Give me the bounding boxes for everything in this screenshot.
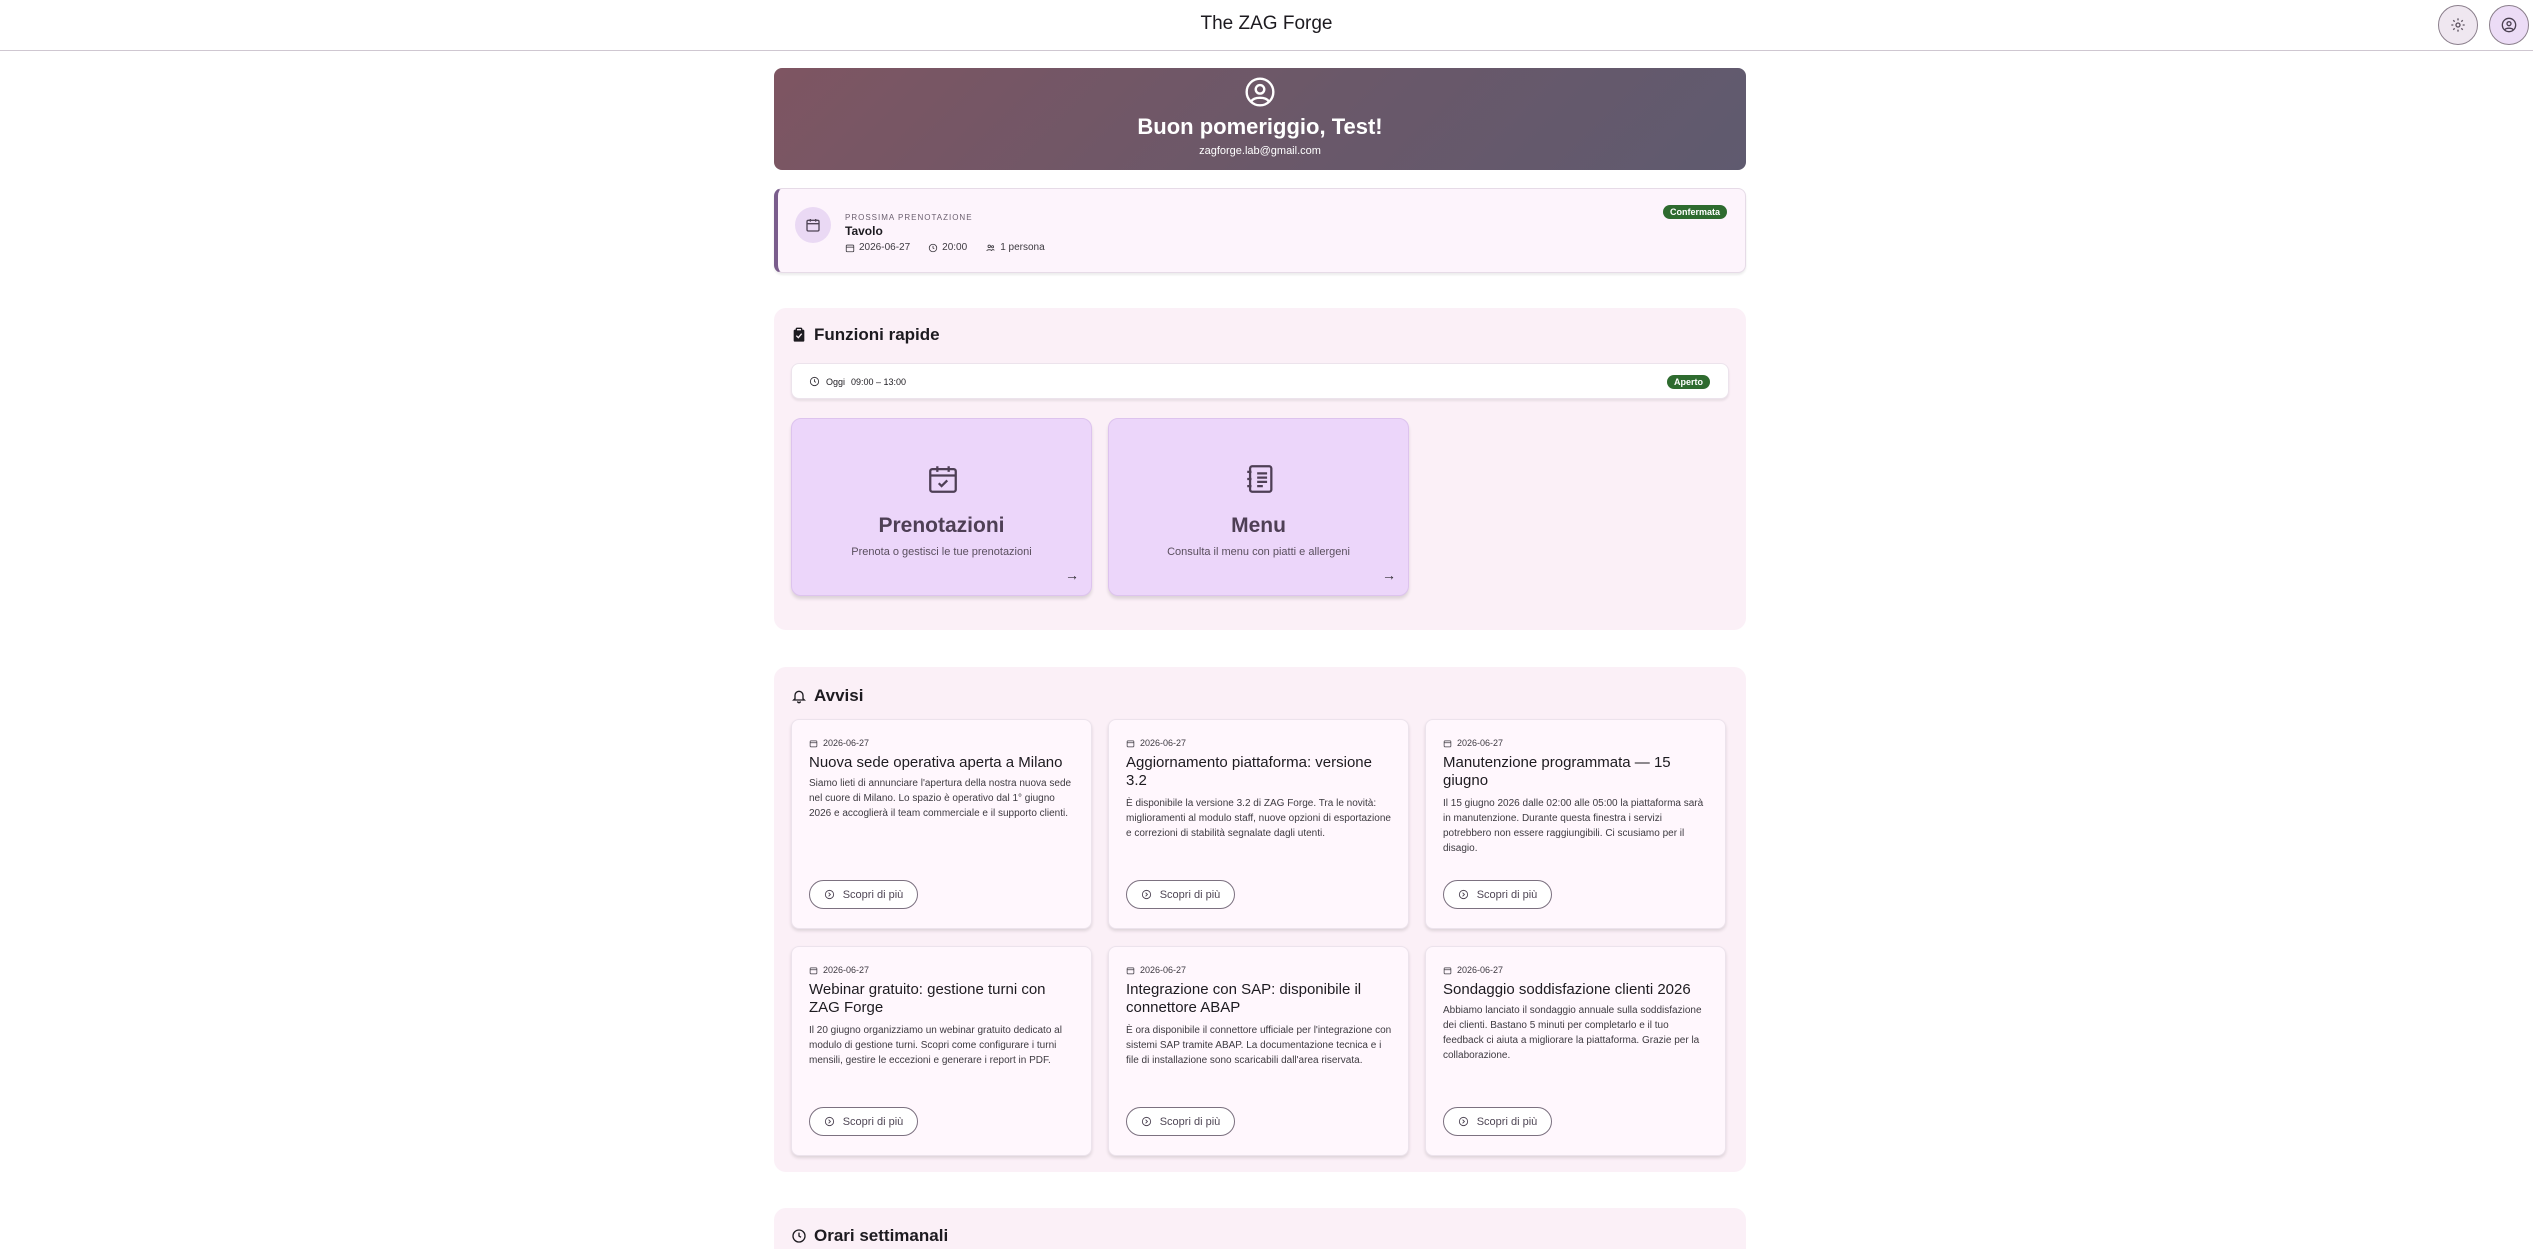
- gear-icon: [2451, 18, 2465, 32]
- today-hours-bar[interactable]: Oggi 09:00 – 13:00 Aperto: [791, 363, 1729, 399]
- calendar-small-icon: [809, 967, 818, 974]
- open-status-badge: Aperto: [1667, 375, 1710, 389]
- notice-body: Il 20 giugno organizziamo un webinar gra…: [809, 1025, 1062, 1066]
- clock-icon: [792, 1229, 806, 1243]
- hours-label: Oggi: [826, 376, 846, 387]
- calendar-small-icon: [809, 740, 818, 747]
- arrow-circle-icon: [1458, 889, 1468, 900]
- quick-functions-section: Funzioni rapide Oggi 09:00 – 13:00 Apert…: [774, 308, 1746, 630]
- greeting-text: Buon pomeriggio, Test!: [1137, 114, 1383, 139]
- clock-icon: [809, 376, 820, 387]
- quick-functions-heading: Funzioni rapide: [791, 325, 940, 345]
- booking-date: 2026-06-27: [859, 242, 911, 253]
- calendar-icon: [806, 219, 820, 232]
- notice-date: 2026-06-27: [1126, 965, 1186, 975]
- notice-title: Manutenzione programmata — 15 giugno: [1443, 754, 1671, 789]
- notice-card: 2026-06-27 Nuova sede operativa aperta a…: [791, 719, 1092, 929]
- notice-card: 2026-06-27 Manutenzione programmata — 15…: [1425, 719, 1726, 929]
- notice-date: 2026-06-27: [1443, 965, 1503, 975]
- learn-more-button[interactable]: Scopri di più: [1443, 1107, 1552, 1136]
- menu-book-icon: [1247, 465, 1273, 493]
- learn-more-button[interactable]: Scopri di più: [1126, 1107, 1235, 1136]
- notice-body: È disponibile la versione 3.2 di ZAG For…: [1126, 798, 1391, 839]
- account-icon: [2501, 17, 2517, 33]
- reservations-tile[interactable]: Prenotazioni Prenota o gestisci le tue p…: [791, 418, 1092, 596]
- arrow-circle-icon: [824, 889, 834, 900]
- account-button[interactable]: [2489, 5, 2529, 45]
- calendar-small-icon: [1126, 967, 1135, 974]
- notices-heading: Avvisi: [791, 686, 863, 706]
- calendar-small-icon: [845, 244, 855, 252]
- people-icon: [986, 244, 995, 251]
- next-booking-card[interactable]: PROSSIMA PRENOTAZIONE Tavolo 2026-06-27 …: [774, 188, 1746, 273]
- today-hours: Oggi 09:00 – 13:00: [809, 376, 906, 387]
- clock-small-icon: [928, 243, 938, 252]
- arrow-right-icon: →: [1065, 567, 1079, 583]
- notice-date: 2026-06-27: [1126, 738, 1186, 748]
- notice-title: Nuova sede operativa aperta a Milano: [809, 754, 1063, 771]
- reservations-title: Prenotazioni: [878, 514, 1005, 537]
- notice-body: Il 15 giugno 2026 dalle 02:00 alle 05:00…: [1443, 798, 1704, 854]
- arrow-circle-icon: [824, 1116, 834, 1127]
- booking-meta: 2026-06-27 20:00 1 persona: [845, 242, 1045, 253]
- bell-icon: [792, 690, 806, 704]
- calendar-check-icon: [929, 466, 957, 493]
- calendar-small-icon: [1126, 740, 1135, 747]
- booking-icon-badge: [795, 207, 831, 243]
- notice-card: 2026-06-27 Integrazione con SAP: disponi…: [1108, 946, 1409, 1156]
- user-email: zagforge.lab@gmail.com: [1199, 145, 1321, 157]
- clipboard-icon: [793, 327, 805, 342]
- learn-more-button[interactable]: Scopri di più: [809, 1107, 918, 1136]
- notice-body: È ora disponibile il connettore ufficial…: [1126, 1025, 1392, 1066]
- booking-time: 20:00: [942, 242, 968, 253]
- menu-title: Menu: [1231, 514, 1286, 537]
- notices-section: Avvisi 2026-06-27 Nuova sede operativa a…: [774, 667, 1746, 1172]
- notice-title: Sondaggio soddisfazione clienti 2026: [1443, 981, 1691, 998]
- learn-more-button[interactable]: Scopri di più: [1443, 880, 1552, 909]
- notice-date: 2026-06-27: [809, 738, 869, 748]
- notice-card: 2026-06-27 Webinar gratuito: gestione tu…: [791, 946, 1092, 1156]
- weekly-hours-section: Orari settimanali: [774, 1208, 1746, 1249]
- top-app-bar: The ZAG Forge: [0, 0, 2533, 51]
- learn-more-button[interactable]: Scopri di più: [809, 880, 918, 909]
- booking-type: Tavolo: [845, 224, 883, 238]
- menu-tile[interactable]: Menu Consulta il menu con piatti e aller…: [1108, 418, 1409, 596]
- notice-date: 2026-06-27: [809, 965, 869, 975]
- notice-card: 2026-06-27 Aggiornamento piattaforma: ve…: [1108, 719, 1409, 929]
- calendar-small-icon: [1443, 740, 1452, 747]
- hours-value: 09:00 – 13:00: [851, 376, 907, 387]
- arrow-circle-icon: [1141, 889, 1151, 900]
- user-circle-icon: [1245, 77, 1275, 107]
- booking-status-badge: Confermata: [1662, 205, 1727, 219]
- reservations-desc: Prenota o gestisci le tue prenotazioni: [851, 546, 1032, 558]
- arrow-circle-icon: [1458, 1116, 1468, 1127]
- learn-more-button[interactable]: Scopri di più: [1126, 880, 1235, 909]
- booking-people: 1 persona: [1000, 242, 1045, 253]
- notice-card: 2026-06-27 Sondaggio soddisfazione clien…: [1425, 946, 1726, 1156]
- booking-kicker: PROSSIMA PRENOTAZIONE: [845, 213, 973, 222]
- calendar-small-icon: [1443, 967, 1452, 974]
- notice-title: Webinar gratuito: gestione turni con ZAG…: [809, 981, 1046, 1016]
- weekly-hours-heading: Orari settimanali: [791, 1226, 948, 1246]
- app-title: The ZAG Forge: [1200, 13, 1333, 34]
- notice-body: Siamo lieti di annunciare l'apertura del…: [809, 778, 1072, 819]
- notice-date: 2026-06-27: [1443, 738, 1503, 748]
- welcome-banner: Buon pomeriggio, Test! zagforge.lab@gmai…: [774, 68, 1746, 170]
- menu-desc: Consulta il menu con piatti e allergeni: [1167, 546, 1350, 558]
- settings-button[interactable]: [2438, 5, 2478, 45]
- notice-body: Abbiamo lanciato il sondaggio annuale su…: [1443, 1005, 1702, 1061]
- notice-title: Integrazione con SAP: disponibile il con…: [1126, 981, 1362, 1016]
- arrow-circle-icon: [1141, 1116, 1151, 1127]
- notice-title: Aggiornamento piattaforma: versione 3.2: [1126, 754, 1372, 789]
- arrow-right-icon: →: [1382, 567, 1396, 583]
